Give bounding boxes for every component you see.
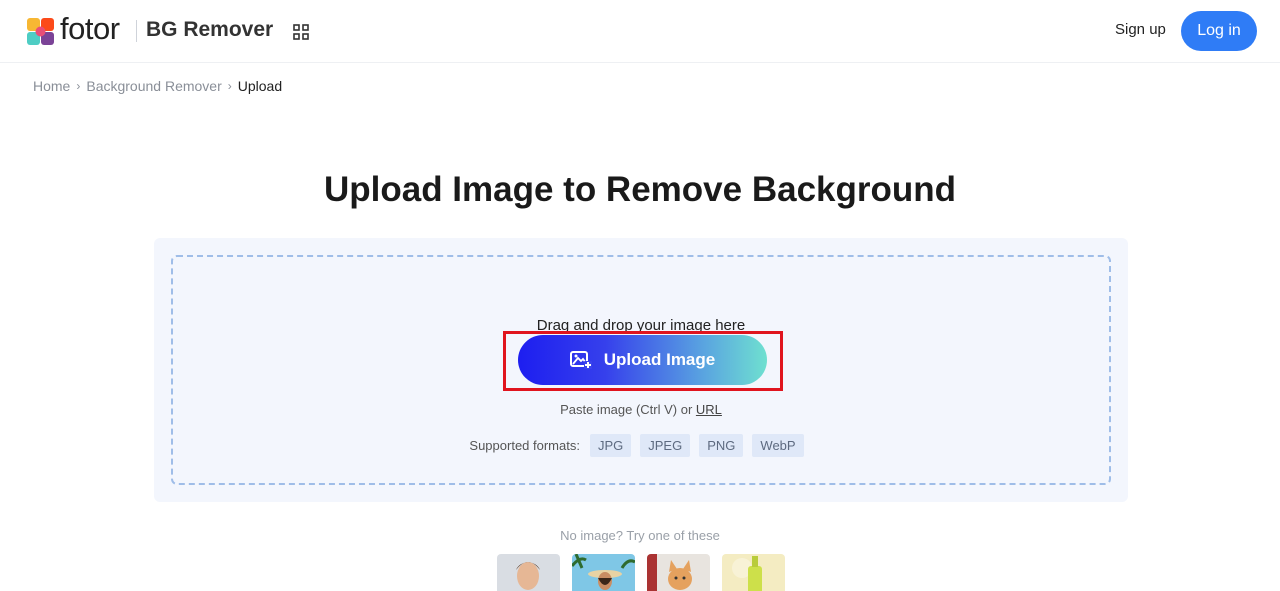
format-badge: WebP	[752, 434, 804, 457]
drop-zone[interactable]: Drag and drop your image here Upload Ima…	[171, 255, 1111, 485]
chevron-right-icon: ›	[76, 79, 81, 93]
supported-formats: Supported formats: JPG JPEG PNG WebP	[173, 434, 1109, 457]
grid-apps-icon[interactable]	[293, 24, 309, 40]
upload-image-label: Upload Image	[603, 350, 716, 369]
top-header: fotor BG Remover Sign up Log in	[0, 0, 1280, 63]
paste-hint: Paste image (Ctrl V) or URL	[173, 402, 1109, 417]
breadcrumb-current: Upload	[237, 78, 283, 94]
add-image-icon	[569, 351, 592, 369]
upload-panel: Drag and drop your image here Upload Ima…	[154, 238, 1128, 502]
format-badge: PNG	[699, 434, 744, 457]
chevron-right-icon: ›	[227, 79, 232, 93]
product-name[interactable]: BG Remover	[146, 18, 273, 42]
breadcrumb-home[interactable]: Home	[33, 78, 70, 94]
samples-label: No image? Try one of these	[560, 528, 720, 543]
sample-cat[interactable]	[647, 554, 710, 591]
paste-hint-text: Paste image (Ctrl V) or	[560, 402, 693, 417]
url-link[interactable]: URL	[696, 402, 722, 417]
formats-label: Supported formats:	[469, 438, 580, 453]
format-badge: JPEG	[640, 434, 691, 457]
sample-man-portrait[interactable]	[497, 554, 560, 591]
breadcrumb: Home › Background Remover › Upload	[33, 78, 282, 94]
breadcrumb-background-remover[interactable]: Background Remover	[86, 78, 221, 94]
fotor-logo-icon[interactable]	[27, 18, 54, 45]
logo-text[interactable]: fotor	[60, 11, 120, 47]
login-button[interactable]: Log in	[1181, 11, 1257, 51]
login-button-label: Log in	[1197, 22, 1241, 39]
page-title: Upload Image to Remove Background	[323, 170, 957, 209]
sample-product-bottle[interactable]	[722, 554, 785, 591]
signup-link[interactable]: Sign up	[1115, 21, 1166, 38]
sample-thumbnails	[497, 554, 785, 591]
upload-image-button[interactable]: Upload Image	[518, 335, 767, 385]
sample-woman-beach[interactable]	[572, 554, 635, 591]
logo-divider	[136, 20, 137, 42]
format-badge: JPG	[589, 434, 632, 457]
